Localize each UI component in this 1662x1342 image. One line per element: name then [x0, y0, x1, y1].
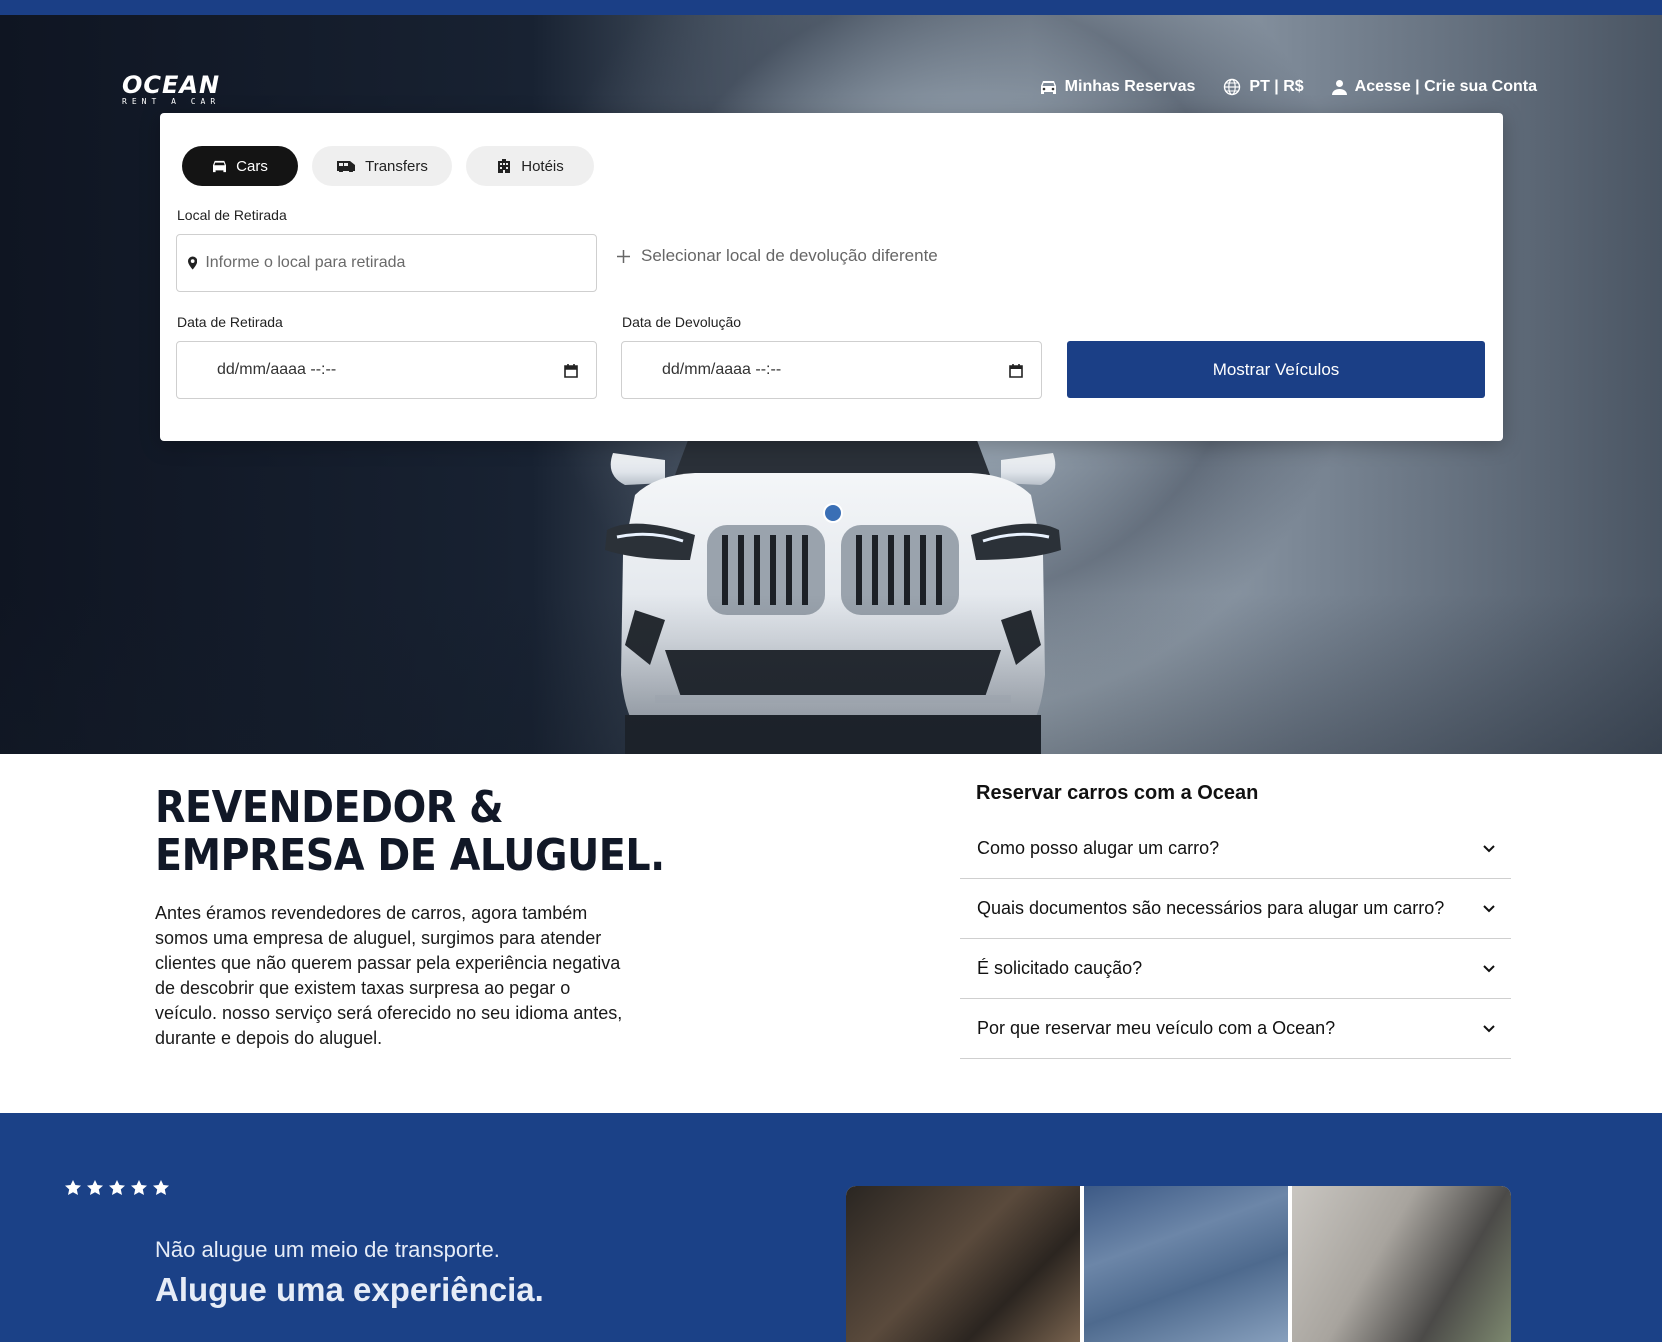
different-return-location-label: Selecionar local de devolução diferente: [641, 246, 938, 265]
faq-item[interactable]: É solicitado caução?: [960, 939, 1511, 999]
faq-item[interactable]: Por que reservar meu veículo com a Ocean…: [960, 999, 1511, 1059]
faq-question: Quais documentos são necessários para al…: [977, 898, 1445, 918]
promo-tagline-big: Alugue uma experiência.: [155, 1271, 544, 1308]
search-tabs: Cars Transfers Hotéis: [182, 146, 594, 186]
tab-hotels[interactable]: Hotéis: [466, 146, 594, 186]
tab-transfers-label: Transfers: [365, 157, 428, 175]
calendar-icon[interactable]: [564, 363, 578, 378]
pickup-date-label: Data de Retirada: [177, 314, 283, 330]
my-reservations-label: Minhas Reservas: [1064, 78, 1196, 95]
car-icon: [213, 160, 227, 172]
star-icon: [131, 1180, 147, 1195]
map-pin-icon: [188, 256, 198, 270]
gallery-photo-car-interior: [846, 1186, 1080, 1342]
star-icon: [109, 1180, 125, 1195]
return-date-field[interactable]: dd/mm/aaaa --:--: [621, 341, 1042, 399]
faq-title: Reservar carros com a Ocean: [976, 782, 1259, 804]
show-vehicles-button[interactable]: Mostrar Veículos: [1067, 341, 1485, 398]
gallery-photo-aerial-parking: [1084, 1186, 1288, 1342]
pickup-location-label: Local de Retirada: [177, 207, 287, 223]
star-icon: [65, 1180, 81, 1195]
about-description: Antes éramos revendedores de carros, ago…: [155, 903, 623, 1048]
hotel-icon: [498, 159, 511, 173]
promo-section: Não alugue um meio de transporte. Alugue…: [0, 1113, 1662, 1342]
language-currency-selector[interactable]: PT | R$: [1223, 78, 1304, 96]
star-icon: [87, 1180, 103, 1195]
faq-item[interactable]: Quais documentos são necessários para al…: [960, 879, 1511, 939]
faq-question: É solicitado caução?: [977, 958, 1143, 978]
hero-section: OCEAN RENT A CAR Minhas Reservas PT | R$…: [0, 15, 1662, 754]
tab-hotels-label: Hotéis: [521, 157, 564, 175]
pickup-date-field[interactable]: dd/mm/aaaa --:--: [176, 341, 597, 399]
faq-accordion: Reservar carros com a Ocean Como posso a…: [960, 782, 1511, 1059]
about-heading-line1: REVENDEDOR &: [155, 782, 504, 833]
plus-icon: [617, 249, 630, 263]
chevron-down-icon: [1483, 904, 1495, 912]
user-icon: [1331, 80, 1347, 95]
brand-subtitle: RENT A CAR: [122, 97, 221, 106]
top-accent-bar: [0, 0, 1662, 15]
faq-item[interactable]: Como posso alugar um carro?: [960, 819, 1511, 879]
pickup-location-field[interactable]: [176, 234, 597, 292]
chevron-down-icon: [1483, 964, 1495, 972]
ocean-logo[interactable]: OCEAN RENT A CAR: [122, 71, 221, 106]
brand-name: OCEAN: [122, 71, 221, 99]
van-icon: [337, 161, 356, 172]
car-icon: [1040, 80, 1056, 94]
chevron-down-icon: [1483, 1024, 1495, 1032]
globe-icon: [1224, 78, 1241, 96]
rating-stars: [65, 1180, 169, 1195]
return-date-label: Data de Devolução: [622, 314, 742, 330]
faq-question: Por que reservar meu veículo com a Ocean…: [977, 1018, 1336, 1038]
my-reservations-link[interactable]: Minhas Reservas: [1040, 78, 1196, 96]
about-heading-line2: EMPRESA DE ALUGUEL.: [155, 830, 665, 881]
chevron-down-icon: [1483, 844, 1495, 852]
calendar-icon[interactable]: [1009, 363, 1023, 378]
account-link[interactable]: Acesse | Crie sua Conta: [1331, 78, 1537, 96]
account-label: Acesse | Crie sua Conta: [1354, 78, 1537, 95]
hero-car-image: [605, 435, 1061, 754]
pickup-date-value: dd/mm/aaaa --:--: [217, 361, 337, 378]
about-section: REVENDEDOR & EMPRESA DE ALUGUEL. Antes é…: [0, 754, 1662, 1113]
tab-cars-label: Cars: [236, 157, 268, 175]
about-heading: REVENDEDOR & EMPRESA DE ALUGUEL.: [155, 784, 665, 880]
tab-cars[interactable]: Cars: [182, 146, 298, 186]
pickup-location-input[interactable]: [205, 254, 596, 272]
top-navigation: OCEAN RENT A CAR Minhas Reservas PT | R$…: [0, 60, 1662, 120]
language-currency-label: PT | R$: [1249, 78, 1304, 95]
different-return-location-toggle[interactable]: Selecionar local de devolução diferente: [616, 246, 938, 266]
tab-transfers[interactable]: Transfers: [312, 146, 452, 186]
return-date-value: dd/mm/aaaa --:--: [662, 361, 782, 378]
search-card: Cars Transfers Hotéis Local de Retirada …: [160, 113, 1503, 441]
faq-question: Como posso alugar um carro?: [977, 838, 1220, 858]
gallery-photo-car-seat: [1292, 1186, 1511, 1342]
promo-tagline-small: Não alugue um meio de transporte.: [155, 1237, 500, 1262]
experience-gallery: [846, 1186, 1511, 1342]
star-icon: [153, 1180, 169, 1195]
